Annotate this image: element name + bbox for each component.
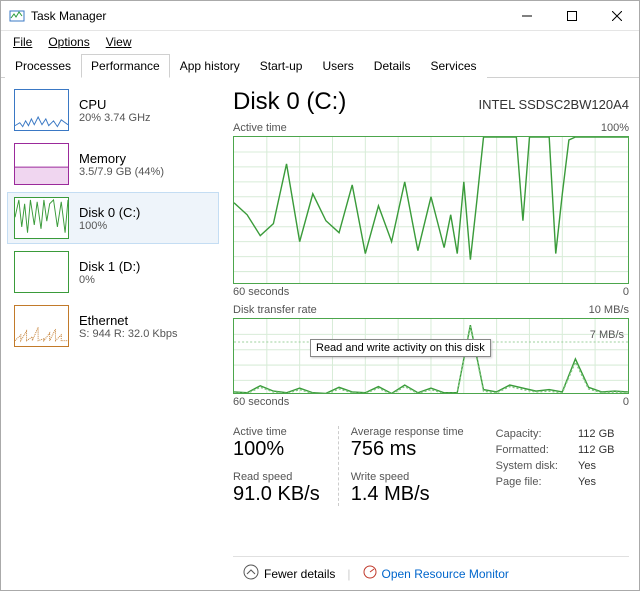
chart1-x-left: 60 seconds [233, 286, 289, 298]
sidebar-item-label: Memory 3.5/7.9 GB (44%) [79, 151, 164, 178]
tab-app-history[interactable]: App history [170, 54, 250, 78]
page-title: Disk 0 (C:) [233, 88, 346, 116]
footer-separator: | [347, 567, 350, 581]
chart2-x-left: 60 seconds [233, 396, 289, 408]
chart1-x-right: 0 [623, 286, 629, 298]
tab-services[interactable]: Services [420, 54, 486, 78]
stat-response-value: 756 ms [351, 438, 464, 461]
task-manager-icon [9, 8, 25, 24]
stat-write-speed-label: Write speed [351, 471, 464, 483]
sidebar-item-ethernet[interactable]: Ethernet S: 944 R: 32.0 Kbps [7, 300, 219, 352]
menu-options[interactable]: Options [40, 33, 97, 51]
sidebar-item-label: Ethernet S: 944 R: 32.0 Kbps [79, 313, 177, 340]
window-buttons [504, 1, 639, 30]
stat-read-speed-label: Read speed [233, 471, 320, 483]
sidebar-item-cpu[interactable]: CPU 20% 3.74 GHz [7, 84, 219, 136]
maximize-button[interactable] [549, 1, 594, 30]
chart2-label: Disk transfer rate [233, 304, 317, 316]
tab-performance[interactable]: Performance [81, 54, 170, 78]
footer: Fewer details | Open Resource Monitor [233, 556, 629, 590]
chart2-x-right: 0 [623, 396, 629, 408]
stat-active-time-label: Active time [233, 426, 320, 438]
disk-model: INTEL SSDSC2BW120A4 [478, 97, 629, 112]
active-time-chart-block: Active time 100% 60 seconds 0 [233, 122, 629, 298]
table-row: Capacity:112 GB [492, 426, 619, 442]
sidebar-item-label: Disk 1 (D:) 0% [79, 259, 140, 286]
tab-details[interactable]: Details [364, 54, 421, 78]
memory-thumb-icon [14, 143, 69, 185]
tab-processes[interactable]: Processes [5, 54, 81, 78]
sidebar: CPU 20% 3.74 GHz Memory 3.5/7.9 GB (44%) [1, 78, 219, 590]
close-button[interactable] [594, 1, 639, 30]
menu-view[interactable]: View [98, 33, 140, 51]
chart2-tick: 7 MB/s [590, 329, 624, 341]
chart2-max: 10 MB/s [589, 304, 629, 316]
menubar: File Options View [1, 31, 639, 53]
tab-start-up[interactable]: Start-up [250, 54, 313, 78]
task-manager-window: Task Manager File Options View Processes… [0, 0, 640, 591]
disk0-thumb-icon [14, 197, 69, 239]
sidebar-item-memory[interactable]: Memory 3.5/7.9 GB (44%) [7, 138, 219, 190]
disk-info-table: Capacity:112 GBFormatted:112 GBSystem di… [492, 426, 619, 490]
body: CPU 20% 3.74 GHz Memory 3.5/7.9 GB (44%) [1, 78, 639, 590]
chart1-label: Active time [233, 122, 287, 134]
stat-active-time-value: 100% [233, 438, 320, 461]
stat-read-speed-value: 91.0 KB/s [233, 483, 320, 506]
sidebar-item-label: Disk 0 (C:) 100% [79, 205, 140, 232]
ethernet-thumb-icon [14, 305, 69, 347]
sidebar-item-disk1[interactable]: Disk 1 (D:) 0% [7, 246, 219, 298]
transfer-rate-chart[interactable]: 7 MB/s Read and write activity on this d… [233, 318, 629, 394]
minimize-button[interactable] [504, 1, 549, 30]
chart-tooltip: Read and write activity on this disk [310, 339, 491, 357]
tabs: Processes Performance App history Start-… [1, 53, 639, 78]
main-panel: Disk 0 (C:) INTEL SSDSC2BW120A4 Active t… [219, 78, 639, 590]
open-resource-monitor-link[interactable]: Open Resource Monitor [363, 565, 509, 582]
stats: Active time 100% Read speed 91.0 KB/s Av… [233, 426, 629, 506]
stat-write-speed-value: 1.4 MB/s [351, 483, 464, 506]
sidebar-item-disk0[interactable]: Disk 0 (C:) 100% [7, 192, 219, 244]
disk1-thumb-icon [14, 251, 69, 293]
chevron-up-circle-icon [243, 564, 259, 583]
menu-file[interactable]: File [5, 33, 40, 51]
header: Disk 0 (C:) INTEL SSDSC2BW120A4 [233, 88, 629, 116]
titlebar[interactable]: Task Manager [1, 1, 639, 31]
chart1-max: 100% [601, 122, 629, 134]
transfer-rate-chart-block: Disk transfer rate 10 MB/s 7 MB/s Read a… [233, 304, 629, 408]
tab-users[interactable]: Users [312, 54, 363, 78]
stat-response-label: Average response time [351, 426, 464, 438]
active-time-chart[interactable] [233, 136, 629, 284]
fewer-details-button[interactable]: Fewer details [243, 564, 335, 583]
table-row: Page file:Yes [492, 474, 619, 490]
table-row: Formatted:112 GB [492, 442, 619, 458]
table-row: System disk:Yes [492, 458, 619, 474]
window-title: Task Manager [31, 9, 504, 23]
sidebar-item-label: CPU 20% 3.74 GHz [79, 97, 151, 124]
cpu-thumb-icon [14, 89, 69, 131]
resource-monitor-icon [363, 565, 377, 582]
